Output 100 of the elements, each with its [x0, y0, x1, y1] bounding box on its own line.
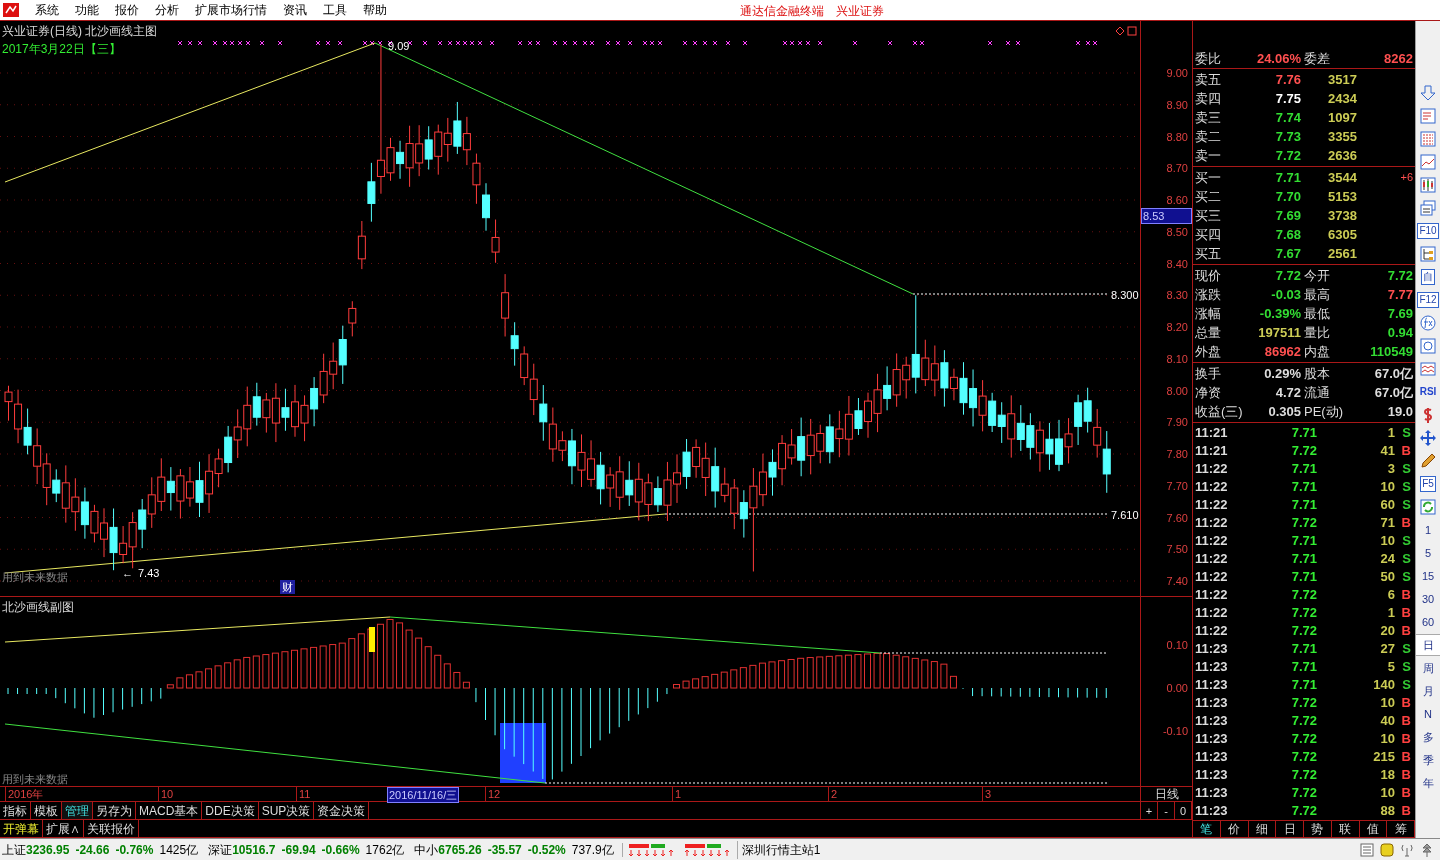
formula-tab[interactable]: DDE决策	[202, 802, 259, 819]
tick-time: 11:23	[1194, 730, 1229, 748]
menu-item[interactable]: 工具	[315, 1, 355, 19]
period-label: 日线	[1140, 787, 1192, 801]
menu-item[interactable]: 分析	[147, 1, 187, 19]
tick-volume: 20	[1379, 622, 1395, 640]
toolbar-button[interactable]: RSI	[1419, 384, 1437, 399]
tick-price: 7.71	[1290, 676, 1317, 694]
quote-label: 现价	[1194, 267, 1222, 285]
period-button[interactable]: 1	[1416, 519, 1440, 540]
order-price: 7.71	[1274, 169, 1301, 187]
peak-label: 9.09	[388, 39, 410, 54]
order-volume: 1097	[1327, 109, 1357, 127]
formula-tab[interactable]: 资金决策	[314, 802, 370, 819]
period-button[interactable]: 月	[1416, 680, 1440, 701]
toolbar-button[interactable]: F10	[1417, 222, 1439, 239]
tick-price: 7.72	[1290, 604, 1317, 622]
period-button[interactable]: 30	[1416, 588, 1440, 609]
index-name: 深证10516.7	[208, 841, 276, 859]
tick-time: 11:23	[1194, 694, 1229, 712]
tick-side: B	[1400, 514, 1411, 532]
extra-tab[interactable]: 扩展∧	[43, 820, 84, 837]
panel-tab[interactable]: 联	[1331, 821, 1360, 837]
formula-tab[interactable]: 指标	[0, 802, 31, 819]
order-volume: 3544	[1327, 169, 1357, 187]
period-button[interactable]: 季	[1416, 749, 1440, 770]
axis-label: 7.80	[1166, 447, 1188, 461]
quote-label: 委比	[1194, 50, 1222, 68]
tick-time: 11:22	[1194, 604, 1229, 622]
quote-value: 24.06%	[1255, 50, 1301, 68]
panel-tab[interactable]: 价	[1220, 821, 1249, 837]
tick-volume: 50	[1379, 568, 1395, 586]
tick-time: 11:23	[1194, 658, 1229, 676]
axis-label: 8.00	[1166, 383, 1188, 398]
price-label: 7.610	[1111, 508, 1139, 523]
panel-tab[interactable]: 势	[1304, 821, 1332, 837]
formula-tab[interactable]: SUP决策	[258, 802, 315, 819]
tick-volume: 215	[1372, 748, 1395, 766]
panel-tab[interactable]: 值	[1359, 821, 1388, 837]
formula-tab[interactable]: MACD基本	[136, 802, 203, 819]
period-button[interactable]: 年	[1416, 772, 1440, 793]
period-button[interactable]: 日	[1416, 633, 1440, 656]
zoom-button[interactable]: +	[1141, 802, 1158, 819]
tick-volume: 27	[1379, 640, 1395, 658]
index-percent: -0.76%	[115, 841, 154, 859]
chart-title: 兴业证券(日线) 北沙画线主图	[2, 23, 158, 40]
order-volume: 2561	[1327, 245, 1357, 263]
quote-label: PE(动)	[1303, 403, 1344, 421]
menu-item[interactable]: 帮助	[355, 1, 395, 19]
period-button[interactable]: 周	[1416, 657, 1440, 678]
menu-item[interactable]: 报价	[107, 1, 147, 19]
cursor-price: 8.53	[1141, 208, 1192, 224]
tick-price: 7.72	[1290, 712, 1317, 730]
menu-item[interactable]: 资讯	[275, 1, 315, 19]
formula-tab[interactable]: 另存为	[93, 802, 136, 819]
period-button[interactable]: 60	[1416, 611, 1440, 632]
tick-side: B	[1400, 712, 1411, 730]
axis-label: 0.00	[1166, 681, 1188, 695]
tick-price: 7.72	[1290, 730, 1317, 748]
order-volume: 3355	[1327, 128, 1357, 146]
quote-label: 收益(三)	[1194, 403, 1244, 421]
tick-volume: 10	[1379, 730, 1395, 748]
zoom-button[interactable]: -	[1158, 802, 1175, 819]
extra-tab[interactable]: 开弹幕	[0, 820, 43, 837]
toolbar-button[interactable]: F12	[1417, 291, 1439, 308]
tick-volume: 10	[1379, 532, 1395, 550]
menu-item[interactable]: 系统	[27, 1, 67, 19]
tick-time: 11:22	[1194, 586, 1229, 604]
toolbar-button[interactable]: F5	[1420, 475, 1436, 492]
zoom-button[interactable]: 0	[1175, 802, 1192, 819]
tick-volume: 1	[1386, 604, 1395, 622]
formula-tab[interactable]: 管理	[62, 802, 93, 819]
menu-item[interactable]: 功能	[67, 1, 107, 19]
panel-tab[interactable]: 笔	[1193, 821, 1221, 837]
order-label: 买五	[1194, 245, 1222, 263]
period-button[interactable]: N	[1416, 703, 1440, 724]
order-label: 卖二	[1194, 128, 1222, 146]
brand-text: 兴业证券	[836, 3, 884, 20]
quote-value: 8262	[1383, 50, 1413, 68]
tick-time: 11:23	[1194, 712, 1229, 730]
extra-tab[interactable]: 关联报价	[84, 820, 139, 837]
chart-title: 北沙画线副图	[2, 599, 74, 616]
toolbar-button[interactable]: 自	[1421, 268, 1435, 285]
tick-price: 7.71	[1290, 424, 1317, 442]
axis-label: 7.70	[1166, 478, 1188, 493]
period-button[interactable]: 多	[1416, 726, 1440, 747]
price-label: 8.300	[1111, 288, 1139, 303]
tick-price: 7.72	[1290, 748, 1317, 766]
tick-price: 7.71	[1290, 568, 1317, 586]
quote-value: 0.29%	[1263, 365, 1301, 383]
order-label: 卖一	[1194, 147, 1222, 165]
panel-tab[interactable]: 细	[1248, 821, 1277, 837]
axis-label: 0.10	[1166, 638, 1188, 652]
panel-tab[interactable]: 日	[1276, 821, 1304, 837]
tick-side: S	[1401, 496, 1411, 514]
period-button[interactable]: 5	[1416, 542, 1440, 563]
period-button[interactable]: 15	[1416, 565, 1440, 586]
menu-item[interactable]: 扩展市场行情	[187, 1, 275, 19]
quote-value: 0.94	[1386, 324, 1413, 342]
finance-badge[interactable]: 财	[280, 580, 295, 594]
